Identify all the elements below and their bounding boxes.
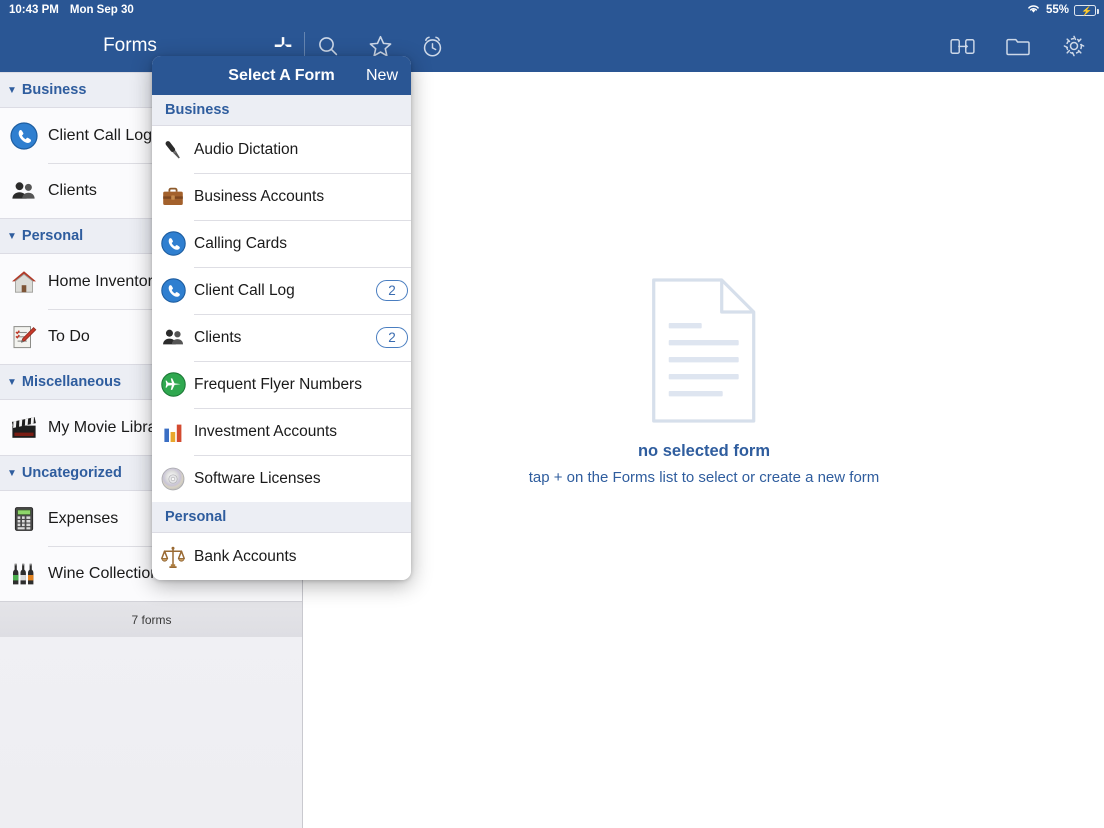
device-transfer-icon[interactable] bbox=[946, 30, 978, 62]
main-content: no selected form tap + on the Forms list… bbox=[304, 72, 1104, 828]
wine-bottles-icon bbox=[0, 559, 48, 589]
popover-item-bank-accounts[interactable]: Bank Accounts bbox=[152, 533, 411, 580]
status-time: 10:43 PM bbox=[9, 4, 59, 16]
sidebar-section-title: Uncategorized bbox=[22, 465, 122, 481]
popover-item-business-accounts[interactable]: Business Accounts bbox=[152, 173, 411, 220]
battery-charging-icon: ⚡ bbox=[1074, 5, 1096, 16]
chevron-down-icon: ▼ bbox=[7, 377, 17, 388]
scales-icon bbox=[152, 544, 194, 570]
popover-item-label: Investment Accounts bbox=[194, 423, 337, 441]
select-form-popover: Select A Form New Business Audio Dictati… bbox=[152, 56, 411, 580]
popover-item-investment-accounts[interactable]: Investment Accounts bbox=[152, 408, 411, 455]
sidebar-item-label: Home Inventory bbox=[48, 273, 161, 291]
sidebar-item-label: To Do bbox=[48, 328, 90, 346]
popover-section-title: Business bbox=[165, 102, 229, 118]
popover-item-label: Frequent Flyer Numbers bbox=[194, 376, 362, 394]
notepad-pencil-icon bbox=[0, 322, 48, 352]
popover-item-frequent-flyer-numbers[interactable]: Frequent Flyer Numbers bbox=[152, 361, 411, 408]
popover-section-header-personal: Personal bbox=[152, 502, 411, 533]
popover-item-audio-dictation[interactable]: Audio Dictation bbox=[152, 126, 411, 173]
document-icon bbox=[652, 278, 756, 428]
folder-icon[interactable] bbox=[1002, 30, 1034, 62]
clapperboard-icon bbox=[0, 413, 48, 443]
popover-section-title: Personal bbox=[165, 509, 226, 525]
popover-item-label: Clients bbox=[194, 329, 241, 347]
status-date: Mon Sep 30 bbox=[70, 4, 134, 16]
popover-item-label: Calling Cards bbox=[194, 235, 287, 253]
sidebar-item-label: Wine Collection bbox=[48, 565, 159, 583]
battery-percent-label: 55% bbox=[1046, 4, 1069, 16]
calculator-icon bbox=[0, 504, 48, 534]
new-form-button[interactable]: New bbox=[366, 67, 398, 85]
popover-item-label: Audio Dictation bbox=[194, 141, 298, 159]
sidebar-section-title: Business bbox=[22, 82, 86, 98]
phone-icon bbox=[152, 230, 194, 257]
briefcase-icon bbox=[152, 184, 194, 210]
empty-state: no selected form tap + on the Forms list… bbox=[529, 278, 880, 486]
navbar-right-actions bbox=[946, 20, 1090, 72]
house-icon bbox=[0, 267, 48, 297]
sidebar-section-title: Miscellaneous bbox=[22, 374, 121, 390]
popover-item-label: Client Call Log bbox=[194, 282, 295, 300]
popover-header: Select A Form New bbox=[152, 56, 411, 95]
chevron-down-icon: ▼ bbox=[7, 85, 17, 96]
sidebar-section-title: Personal bbox=[22, 228, 83, 244]
status-badge: 2 bbox=[376, 280, 408, 301]
airplane-icon bbox=[152, 371, 194, 398]
disc-icon bbox=[152, 466, 194, 492]
sidebar-item-label: Expenses bbox=[48, 510, 118, 528]
app-root: 10:43 PM Mon Sep 30 55% ⚡ Forms + bbox=[0, 0, 1104, 828]
status-bar: 10:43 PM Mon Sep 30 55% ⚡ bbox=[0, 0, 1104, 20]
bar-chart-icon bbox=[152, 419, 194, 445]
sidebar-item-label: Clients bbox=[48, 182, 97, 200]
empty-state-subtitle: tap + on the Forms list to select or cre… bbox=[529, 469, 880, 486]
chevron-down-icon: ▼ bbox=[7, 468, 17, 479]
sidebar-footer-count: 7 forms bbox=[0, 601, 303, 637]
popover-item-clients[interactable]: Clients 2 bbox=[152, 314, 411, 361]
people-icon bbox=[0, 176, 48, 206]
status-bar-left: 10:43 PM Mon Sep 30 bbox=[0, 4, 134, 16]
alarm-clock-icon[interactable] bbox=[416, 30, 448, 62]
status-badge: 2 bbox=[376, 327, 408, 348]
chevron-down-icon: ▼ bbox=[7, 231, 17, 242]
popover-item-label: Business Accounts bbox=[194, 188, 324, 206]
popover-item-client-call-log[interactable]: Client Call Log 2 bbox=[152, 267, 411, 314]
microphone-icon bbox=[152, 137, 194, 163]
phone-icon bbox=[0, 121, 48, 151]
status-bar-right: 55% ⚡ bbox=[1026, 3, 1104, 17]
wifi-icon bbox=[1026, 3, 1041, 17]
popover-item-software-licenses[interactable]: Software Licenses bbox=[152, 455, 411, 502]
popover-item-calling-cards[interactable]: Calling Cards bbox=[152, 220, 411, 267]
popover-item-label: Bank Accounts bbox=[194, 548, 297, 566]
phone-icon bbox=[152, 277, 194, 304]
popover-section-header-business: Business bbox=[152, 95, 411, 126]
people-icon bbox=[152, 324, 194, 351]
empty-state-title: no selected form bbox=[638, 442, 770, 461]
popover-item-label: Software Licenses bbox=[194, 470, 321, 488]
gear-icon[interactable] bbox=[1058, 30, 1090, 62]
sidebar-item-label: Client Call Log bbox=[48, 127, 152, 145]
